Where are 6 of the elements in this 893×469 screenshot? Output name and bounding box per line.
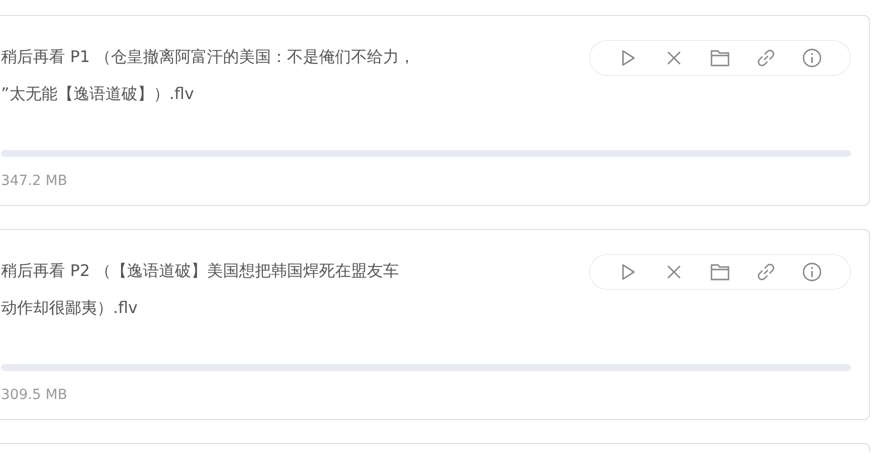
file-size: 347.2 MB (1, 172, 68, 191)
file-size: 309.5 MB (1, 386, 68, 405)
file-name: ”太无能【逸语道破】）.flv (1, 83, 195, 105)
file-name: 动作却很鄙夷）.flv (1, 297, 139, 319)
file-name: 稍后再看 P2 （【逸语道破】美国想把韩国焊死在盟友车 (1, 260, 400, 282)
file-name: 稍后再看 P1 （仓皇撤离阿富汗的美国：不是俺们不给力， (1, 46, 416, 68)
